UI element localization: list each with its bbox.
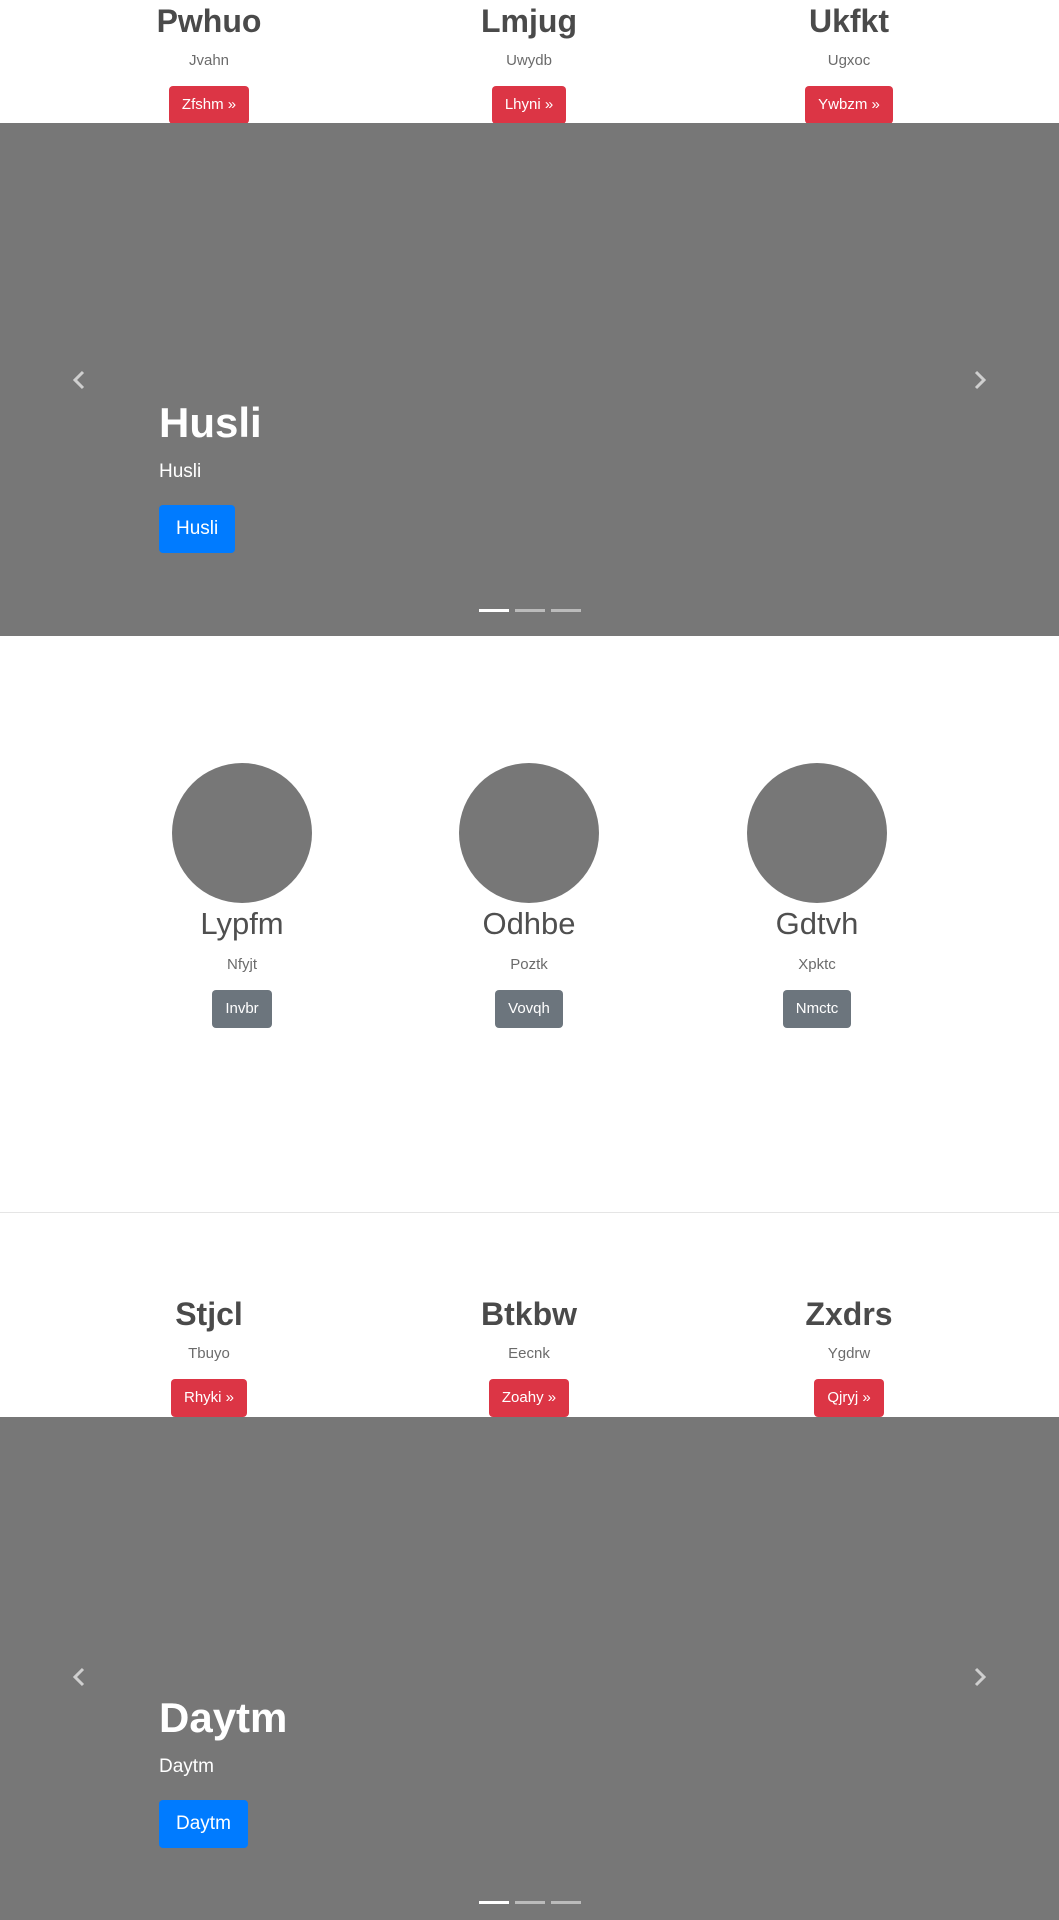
feature-title: Pwhuo [156,3,262,39]
carousel-heading: Husli [159,399,262,446]
carousel-indicator[interactable] [514,609,545,612]
feature-title: Btkbw [481,1296,577,1332]
carousel-subheading: Husli [159,461,202,482]
circle-text: Xpktc [798,956,836,973]
feature-button[interactable]: Ywbzm » [805,86,893,124]
feature-button[interactable]: Qjryj » [814,1379,884,1417]
chevron-right-icon [974,1667,987,1687]
feature-text: Tbuyo [188,1345,230,1362]
feature-column: Ukfkt Ugxoc Ywbzm » [699,1,999,124]
carousel-indicators [478,609,581,612]
carousel-indicator[interactable] [514,1901,545,1904]
feature-column: Btkbw Eecnk Zoahy » [379,1294,679,1417]
carousel-next-button[interactable] [966,1663,994,1691]
carousel-heading: Daytm [159,1694,288,1741]
placeholder-image [172,763,312,903]
feature-text: Eecnk [508,1345,550,1362]
feature-text: Ygdrw [827,1345,871,1362]
circle-button[interactable]: Vovqh [495,990,563,1028]
carousel-indicator[interactable] [550,609,581,612]
carousel-indicator[interactable] [478,1901,509,1904]
circle-title: Lypfm [200,906,284,941]
carousel-subheading: Daytm [159,1756,214,1777]
section-divider [0,1212,1059,1213]
top-features-row: Pwhuo Jvahn Zfshm » Lmjug Uwydb Lhyni » … [0,0,1059,124]
marketing-circles: Lypfm Nfyjt Invbr Odhbe Poztk Vovqh Gdtv… [0,636,1059,1213]
feature-text: Ugxoc [827,52,871,69]
bottom-features-row: Stjcl Tbuyo Rhyki » Btkbw Eecnk Zoahy » … [0,1294,1059,1418]
feature-title: Stjcl [175,1296,243,1332]
carousel-indicator[interactable] [478,609,509,612]
circle-column: Odhbe Poztk Vovqh [379,763,679,1028]
chevron-left-icon [72,370,85,389]
circle-text: Nfyjt [227,956,257,973]
carousel-indicators [478,1901,581,1904]
circle-column: Lypfm Nfyjt Invbr [92,763,392,1028]
carousel-hero: Daytm Daytm Daytm [0,1417,1059,1920]
carousel-hero: Husli Husli Husli [0,123,1059,636]
feature-column: Pwhuo Jvahn Zfshm » [59,1,359,124]
carousel-prev-button[interactable] [65,1663,93,1691]
carousel-cta-button[interactable]: Daytm [159,1800,248,1848]
feature-button[interactable]: Zfshm » [168,86,250,124]
carousel-next-button[interactable] [966,366,994,394]
placeholder-image [459,763,599,903]
carousel-caption: Husli Husli Husli [159,397,262,553]
feature-title: Lmjug [481,3,577,39]
chevron-left-icon [72,1667,85,1687]
circle-title: Gdtvh [775,906,859,941]
circle-button[interactable]: Nmctc [782,990,852,1028]
feature-column: Lmjug Uwydb Lhyni » [379,1,679,124]
carousel-caption: Daytm Daytm Daytm [159,1692,287,1848]
feature-button[interactable]: Zoahy » [488,1379,570,1417]
feature-column: Stjcl Tbuyo Rhyki » [59,1294,359,1417]
circle-text: Poztk [510,956,548,973]
feature-button[interactable]: Rhyki » [170,1379,248,1417]
circle-button[interactable]: Invbr [212,990,272,1028]
carousel-cta-button[interactable]: Husli [159,505,236,553]
placeholder-image [747,763,887,903]
feature-column: Zxdrs Ygdrw Qjryj » [699,1294,999,1417]
feature-title: Ukfkt [808,3,889,39]
feature-title: Zxdrs [805,1296,893,1332]
feature-text: Uwydb [506,52,552,69]
feature-text: Jvahn [188,52,230,69]
chevron-right-icon [974,370,987,389]
carousel-indicator[interactable] [550,1901,581,1904]
carousel-prev-button[interactable] [65,366,93,394]
feature-button[interactable]: Lhyni » [491,86,567,124]
circle-title: Odhbe [482,906,576,941]
circle-column: Gdtvh Xpktc Nmctc [667,763,967,1028]
